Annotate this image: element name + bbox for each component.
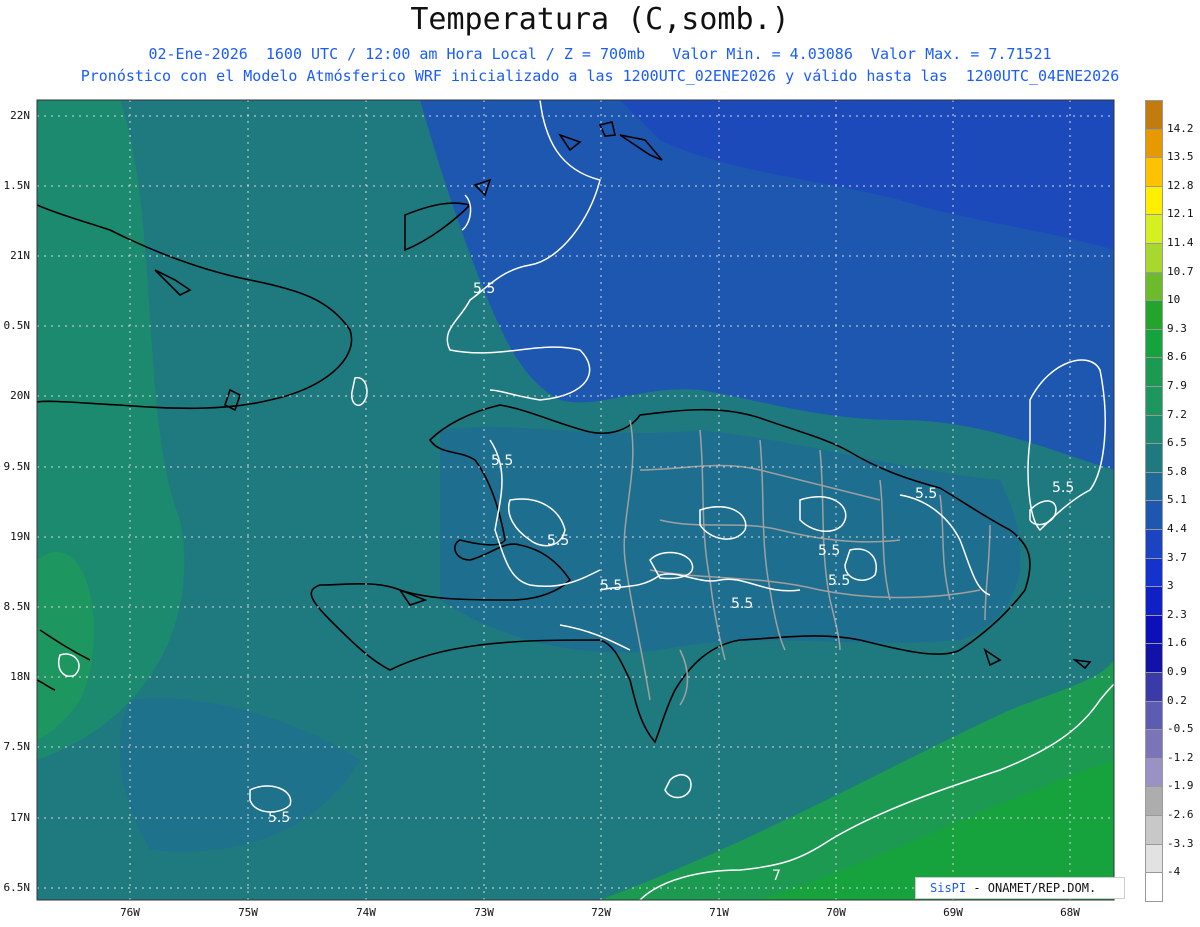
colorbar-label: 0.2 [1167, 693, 1187, 707]
lat-label: 9.5N [3, 460, 31, 473]
contour-label: 5.5 [731, 596, 753, 612]
colorbar-segment [1145, 672, 1163, 702]
lon-label: 73W [474, 906, 494, 919]
colorbar-segment [1145, 271, 1163, 302]
contour-label: 5.5 [828, 573, 850, 589]
lon-label: 74W [356, 906, 376, 919]
colorbar-label: 3.7 [1167, 550, 1187, 564]
contour-label: 5.5 [547, 533, 569, 549]
colorbar-segment [1145, 243, 1163, 273]
colorbar-label: 0.9 [1167, 665, 1187, 678]
colorbar-segment [1145, 586, 1163, 616]
contour-label: 5.5 [600, 578, 622, 594]
contour-label: 7 [772, 868, 781, 884]
temperature-map: 5.5 5.5 5.5 5.5 5.5 5.5 5.5 5.5 5.5 5.5 … [36, 99, 1115, 901]
colorbar-label: 12.1 [1167, 207, 1194, 221]
contour-label: 5.5 [1052, 480, 1074, 496]
colorbar-label: 10 [1167, 293, 1181, 307]
colorbar-segment [1145, 357, 1163, 387]
colorbar-label: 5.1 [1167, 493, 1187, 507]
colorbar-segment [1145, 757, 1163, 788]
lat-label: 22N [10, 109, 30, 122]
colorbar-segment [1145, 328, 1163, 359]
lat-label: 17N [10, 811, 30, 824]
lon-label: 70W [826, 906, 846, 919]
contour-label: 5.5 [268, 810, 290, 826]
colorbar-label: 14.2 [1167, 121, 1194, 135]
colorbar-label: -4 [1167, 865, 1181, 879]
lat-label: 7.5N [3, 740, 31, 753]
lon-label: 69W [943, 906, 963, 919]
colorbar-segment [1145, 157, 1163, 187]
colorbar-segment [1145, 128, 1163, 159]
colorbar-label: 9.3 [1167, 321, 1187, 335]
colorbar-label: -2.6 [1167, 808, 1194, 821]
lon-label: 68W [1060, 906, 1080, 919]
colorbar-label: 11.4 [1167, 236, 1194, 249]
colorbar-segment [1145, 185, 1163, 216]
colorbar-segment [1145, 872, 1163, 902]
colorbar-segment [1145, 557, 1163, 588]
lat-label: 1.5N [3, 179, 31, 192]
colorbar-label: -0.5 [1167, 722, 1194, 736]
contour-label: 5.5 [915, 486, 937, 502]
colorbar-label: -1.2 [1167, 750, 1194, 764]
colorbar-segment [1145, 614, 1163, 645]
colorbar-segment [1145, 300, 1163, 330]
colorbar-label: 7.9 [1167, 379, 1187, 392]
colorbar-segment [1145, 815, 1163, 845]
colorbar-label: 4.4 [1167, 522, 1187, 535]
colorbar-label: 10.7 [1167, 264, 1194, 278]
colorbar-segment [1145, 414, 1163, 445]
colorbar-segment [1145, 443, 1163, 473]
colorbar-label: -1.9 [1167, 779, 1194, 793]
colorbar-label: 8.6 [1167, 350, 1187, 364]
lat-label: 6.5N [3, 881, 31, 894]
lon-label: 75W [238, 906, 258, 919]
colorbar-segment [1145, 471, 1163, 502]
colorbar-segment [1145, 100, 1163, 130]
colorbar-label: 5.8 [1167, 464, 1187, 478]
brand-logo: SisPI [930, 881, 967, 895]
colorbar-segment [1145, 729, 1163, 759]
colorbar-label: 12.8 [1167, 178, 1194, 192]
lon-label: 72W [591, 906, 611, 919]
contour-label: 5.5 [818, 543, 840, 559]
colorbar-segment [1145, 214, 1163, 244]
colorbar-label: 6.5 [1167, 436, 1187, 450]
colorbar-segment [1145, 786, 1163, 816]
lon-label: 71W [709, 906, 729, 919]
colorbar-label: 1.6 [1167, 636, 1187, 650]
credit-text: - ONAMET/REP.DOM. [973, 881, 1097, 895]
colorbar-segment [1145, 500, 1163, 530]
colorbar-segment [1145, 529, 1163, 559]
colorbar-label: 13.5 [1167, 150, 1194, 164]
colorbar-segment [1145, 700, 1163, 731]
colorbar-label: 2.3 [1167, 607, 1187, 621]
colorbar-label: -3.3 [1167, 836, 1194, 850]
lat-label: 19N [10, 530, 30, 543]
colorbar-segment [1145, 643, 1163, 673]
colorbar-label: 7.2 [1167, 407, 1187, 421]
lat-label: 21N [10, 249, 30, 262]
lat-label: 18N [10, 670, 30, 683]
contour-label: 5.5 [473, 281, 495, 297]
lat-label: 8.5N [3, 600, 31, 613]
lat-label: 20N [10, 389, 30, 402]
credit-box: SisPI - ONAMET/REP.DOM. [915, 877, 1125, 899]
colorbar-segment [1145, 386, 1163, 416]
lon-label: 76W [120, 906, 140, 919]
colorbar-label: 3 [1167, 579, 1174, 593]
colorbar-segment [1145, 843, 1163, 874]
lat-label: 0.5N [3, 319, 31, 332]
contour-label: 5.5 [491, 453, 513, 469]
